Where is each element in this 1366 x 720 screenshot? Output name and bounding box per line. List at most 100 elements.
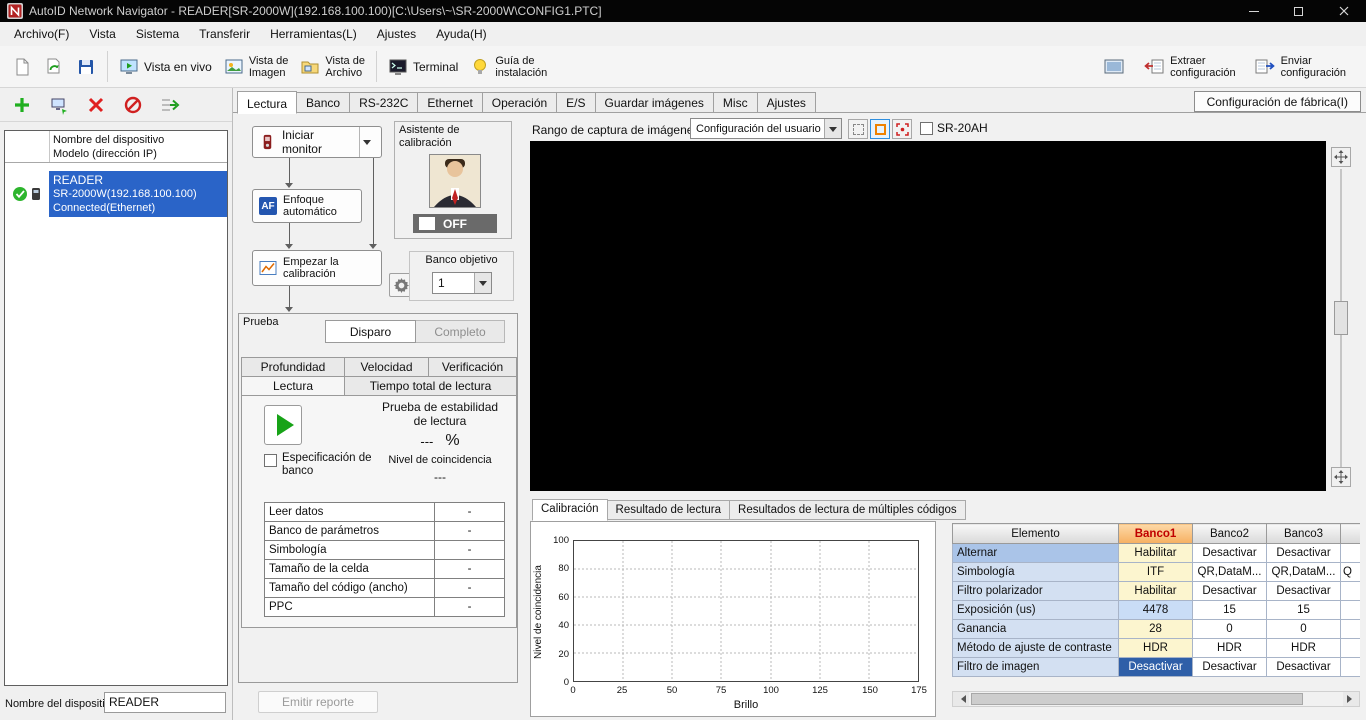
start-calibration-button[interactable]: Empezar lacalibración [252, 250, 382, 286]
cell-banco2[interactable]: HDR [1193, 639, 1267, 658]
cell-banco1[interactable]: Habilitar [1119, 582, 1193, 601]
cell-element[interactable]: Alternar [953, 544, 1119, 563]
cell-banco2[interactable]: 0 [1193, 620, 1267, 639]
tab-rs232c[interactable]: RS-232C [350, 92, 418, 113]
minimize-button[interactable] [1231, 0, 1276, 22]
cell-banco2[interactable]: Desactivar [1193, 544, 1267, 563]
cell-element[interactable]: Ganancia [953, 620, 1119, 639]
menu-sistema[interactable]: Sistema [126, 23, 189, 45]
save-config-button[interactable] [70, 55, 102, 79]
tab-resultados-multiples[interactable]: Resultados de lectura de múltiples códig… [730, 500, 966, 520]
subtab-profundidad[interactable]: Profundidad [241, 357, 345, 377]
menu-ajustes[interactable]: Ajustes [367, 23, 426, 45]
cell-element[interactable]: Simbología [953, 563, 1119, 582]
cell-banco1[interactable]: 28 [1119, 620, 1193, 639]
pan-tool-bottom-button[interactable] [1331, 467, 1351, 487]
cell-banco1[interactable]: Habilitar [1119, 544, 1193, 563]
start-monitor-button[interactable]: Iniciar monitor [252, 126, 382, 158]
cell-banco3[interactable]: Desactivar [1267, 582, 1341, 601]
screen-capture-button[interactable] [1097, 55, 1131, 79]
col-banco1[interactable]: Banco1 [1119, 524, 1193, 544]
maximize-button[interactable] [1276, 0, 1321, 22]
autofocus-button[interactable]: AF Enfoqueautomático [252, 189, 362, 223]
col-banco3[interactable]: Banco3 [1267, 524, 1341, 544]
scroll-right-button[interactable] [1343, 692, 1359, 706]
cell-banco2[interactable]: Desactivar [1193, 582, 1267, 601]
cell-banco3[interactable]: HDR [1267, 639, 1341, 658]
menu-herramientas[interactable]: Herramientas(L) [260, 23, 367, 45]
scrollbar-thumb[interactable] [971, 693, 1303, 705]
close-button[interactable] [1321, 0, 1366, 22]
tab-es[interactable]: E/S [557, 92, 595, 113]
cell-banco1[interactable]: 4478 [1119, 601, 1193, 620]
cell-banco2[interactable]: QR,DataM... [1193, 563, 1267, 582]
cell-banco2[interactable]: Desactivar [1193, 658, 1267, 677]
cell-banco3[interactable]: Desactivar [1267, 544, 1341, 563]
subtab-verificacion[interactable]: Verificación [428, 357, 517, 377]
device-row[interactable]: READER SR-2000W(192.168.100.100) Connect… [5, 171, 227, 217]
factory-reset-button[interactable]: Configuración de fábrica(I) [1194, 91, 1361, 112]
new-config-button[interactable] [6, 55, 38, 79]
dropdown-button[interactable] [474, 273, 491, 293]
cell-banco3[interactable]: 15 [1267, 601, 1341, 620]
disconnect-device-button[interactable] [121, 93, 145, 117]
test-tab-completo[interactable]: Completo [415, 320, 505, 343]
subtab-lectura[interactable]: Lectura [241, 376, 345, 396]
cell-banco1[interactable]: ITF [1119, 563, 1193, 582]
capture-range-select[interactable]: Configuración del usuario [690, 118, 842, 139]
subtab-tiempo-total[interactable]: Tiempo total de lectura [344, 376, 517, 396]
cell-banco2[interactable]: 15 [1193, 601, 1267, 620]
delete-device-button[interactable] [84, 93, 108, 117]
live-view-button[interactable]: Vista en vivo [113, 55, 218, 79]
target-bank-select[interactable]: 1 [432, 272, 492, 294]
dropdown-button[interactable] [824, 119, 841, 138]
menu-archivo[interactable]: Archivo(F) [4, 23, 79, 45]
bank-table-hscrollbar[interactable] [952, 691, 1360, 707]
tab-ajustes[interactable]: Ajustes [758, 92, 816, 113]
menu-vista[interactable]: Vista [79, 23, 125, 45]
image-view-button[interactable]: Vista deImagen [218, 53, 295, 81]
scroll-left-button[interactable] [953, 692, 969, 706]
tab-resultado-lectura[interactable]: Resultado de lectura [608, 500, 730, 520]
subtab-velocidad[interactable]: Velocidad [344, 357, 429, 377]
cell-element[interactable]: Filtro de imagen [953, 658, 1119, 677]
bank-spec-checkbox[interactable]: Especificación debanco [264, 452, 372, 478]
tab-calibracion[interactable]: Calibración [532, 499, 608, 521]
export-device-button[interactable] [158, 93, 182, 117]
cell-banco1[interactable]: HDR [1119, 639, 1193, 658]
capture-region-button[interactable] [870, 119, 890, 139]
pan-tool-top-button[interactable] [1331, 147, 1351, 167]
cell-element[interactable]: Método de ajuste de contraste [953, 639, 1119, 658]
col-elemento[interactable]: Elemento [953, 524, 1119, 544]
tab-misc[interactable]: Misc [714, 92, 758, 113]
cell-element[interactable]: Filtro polarizador [953, 582, 1119, 601]
extract-config-button[interactable]: Extraerconfiguración [1137, 53, 1241, 81]
cell-banco3[interactable]: Desactivar [1267, 658, 1341, 677]
capture-code-button[interactable] [892, 119, 912, 139]
tab-operacion[interactable]: Operación [483, 92, 557, 113]
file-view-button[interactable]: Vista deArchivo [294, 53, 371, 81]
send-config-button[interactable]: Enviarconfiguración [1248, 53, 1352, 81]
camera-image-view[interactable] [530, 141, 1326, 491]
tab-guardar-imagenes[interactable]: Guardar imágenes [596, 92, 714, 113]
tab-banco[interactable]: Banco [297, 92, 350, 113]
cell-banco1[interactable]: Desactivar [1119, 658, 1193, 677]
start-monitor-dropdown[interactable] [359, 127, 375, 157]
menu-ayuda[interactable]: Ayuda(H) [426, 23, 496, 45]
start-test-button[interactable] [264, 405, 302, 445]
menu-transferir[interactable]: Transferir [189, 23, 260, 45]
cell-banco3[interactable]: QR,DataM... [1267, 563, 1341, 582]
sr20ah-checkbox[interactable]: SR-20AH [920, 121, 988, 135]
cell-element[interactable]: Exposición (us) [953, 601, 1119, 620]
cell-banco3[interactable]: 0 [1267, 620, 1341, 639]
add-device-button[interactable] [10, 93, 34, 117]
zoom-slider-thumb[interactable] [1334, 301, 1348, 335]
emit-report-button[interactable]: Emitir reporte [258, 691, 378, 713]
capture-full-button[interactable] [848, 119, 868, 139]
detect-device-button[interactable] [47, 93, 71, 117]
open-config-button[interactable] [38, 55, 70, 79]
tab-ethernet[interactable]: Ethernet [418, 92, 482, 113]
assistant-off-toggle[interactable]: OFF [413, 214, 497, 233]
test-tab-disparo[interactable]: Disparo [325, 320, 416, 343]
assistant-photo[interactable] [429, 154, 481, 208]
